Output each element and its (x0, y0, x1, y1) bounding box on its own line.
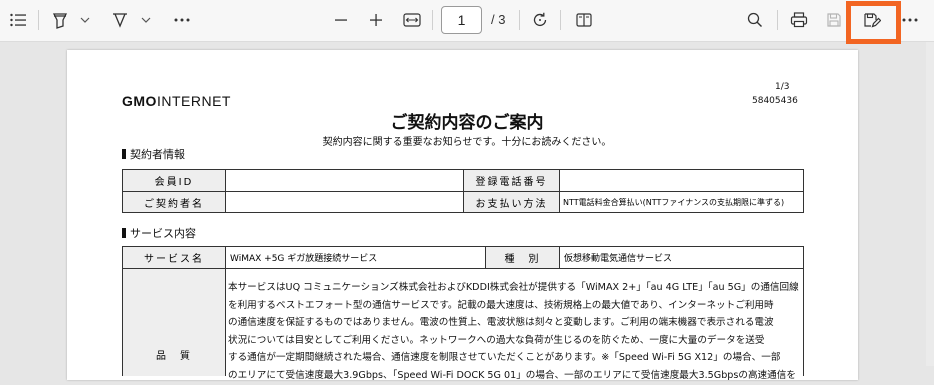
fit-page-icon[interactable] (402, 10, 422, 30)
print-icon[interactable] (789, 10, 809, 30)
page-view-icon[interactable] (574, 10, 594, 30)
quality-line: のエリアにて受信速度最大3.9Gbps、「Speed Wi-Fi DOCK 5G… (228, 369, 796, 381)
service-name-value: WiMAX +5G ギガ放題接続サービス (225, 246, 485, 269)
quality-line: を利用するベストエフォート型の通信サービスです。記載の最大速度は、技術規格上の最… (228, 299, 774, 311)
save-as-highlight-box (846, 1, 901, 44)
quality-line: の通信速度を保証するものではありません。電波の性質上、電波状態は刻々と変動します… (228, 317, 774, 329)
pdf-toolbar: 1 / 3 (0, 0, 934, 44)
more-options-icon[interactable] (900, 10, 920, 30)
quality-line: 状況については目安としてご利用ください。ネットワークへの過大な負荷が生じるのを防… (228, 334, 765, 346)
payment-method-value: NTT電話料金合算払い(NTTファイナンスの支払期限に準ずる) (559, 191, 803, 212)
section-heading-contractor: 契約者情報 (122, 146, 185, 162)
zoom-out-icon[interactable] (331, 10, 351, 30)
contractor-name-value (225, 191, 463, 212)
member-id-label: 会員ID (122, 169, 225, 191)
contents-icon[interactable] (8, 10, 28, 30)
more-tools-icon[interactable] (172, 10, 192, 30)
document-title: ご契約内容のご案内 (390, 113, 544, 133)
service-type-value: 仮想移動電気通信サービス (559, 246, 803, 269)
company-logo: GMOINTERNET (122, 93, 231, 109)
contract-info-table: 会員ID 登録電話番号 ご契約者名 お支払い方法 NTT電話料金合算払い(NTT… (122, 169, 804, 213)
service-name-label: サービス名 (122, 246, 225, 269)
section-heading-service: サービス内容 (122, 225, 196, 241)
quality-line: する通信が一定期間継続された場合、通信速度を制限させていただくことがあります。※… (228, 352, 781, 364)
page-total: / 3 (491, 12, 506, 27)
draw-chevron-down-icon[interactable] (139, 10, 153, 30)
toolbar-divider (38, 10, 39, 30)
document-id: 58405436 (752, 96, 798, 106)
payment-method-label: お支払い方法 (463, 191, 559, 212)
quality-label: 品 質 (122, 268, 225, 376)
vertical-scrollbar[interactable] (926, 42, 934, 366)
phone-value (559, 169, 803, 191)
page-indicator: 1/3 (775, 82, 790, 92)
toolbar-divider (519, 10, 520, 30)
zoom-in-icon[interactable] (366, 10, 386, 30)
rotate-icon[interactable] (530, 10, 550, 30)
search-icon[interactable] (745, 10, 765, 30)
toolbar-divider (777, 10, 778, 30)
save-icon[interactable] (824, 10, 844, 30)
toolbar-divider (560, 10, 561, 30)
quality-description: 本サービスはUQ コミュニケーションズ株式会社およびKDDI株式会社が提供する「… (228, 279, 803, 385)
toolbar-divider (432, 10, 433, 30)
page-number-input[interactable]: 1 (441, 6, 482, 34)
highlight-chevron-down-icon[interactable] (78, 10, 92, 30)
member-id-value (225, 169, 463, 191)
service-type-label: 種 別 (485, 246, 559, 269)
phone-label: 登録電話番号 (463, 169, 559, 191)
draw-icon[interactable] (110, 10, 130, 30)
highlight-icon[interactable] (50, 10, 70, 30)
contractor-name-label: ご契約者名 (122, 191, 225, 212)
quality-line: 本サービスはUQ コミュニケーションズ株式会社およびKDDI株式会社が提供する「… (228, 282, 799, 293)
